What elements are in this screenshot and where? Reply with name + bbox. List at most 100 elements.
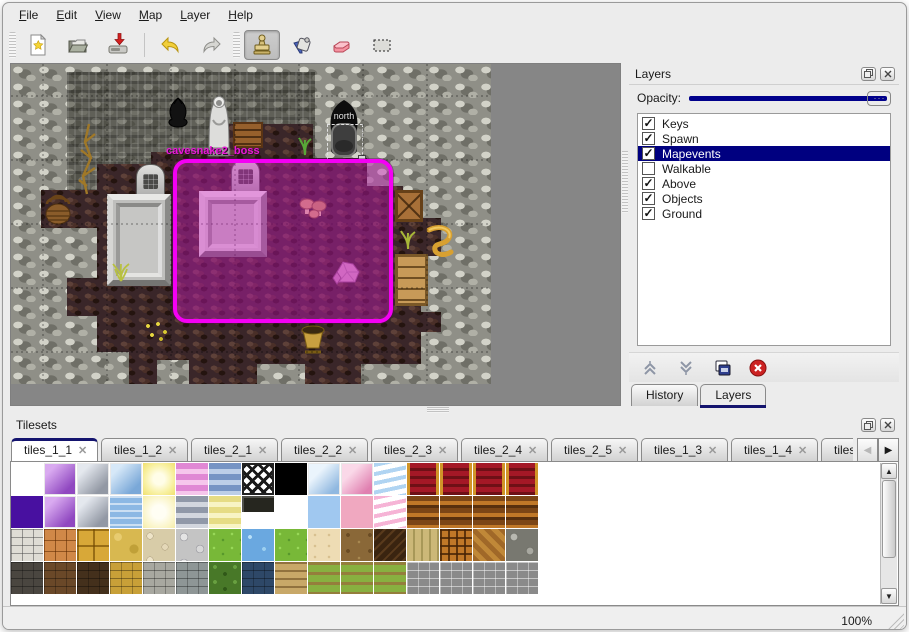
- menu-view[interactable]: View: [87, 5, 129, 25]
- palette-tile-stripes-blue[interactable]: [209, 463, 241, 495]
- tab-layers[interactable]: Layers: [700, 384, 766, 406]
- palette-tile-grass-path[interactable]: [308, 562, 340, 594]
- palette-tile-carpet-red[interactable]: [506, 463, 538, 495]
- palette-tile-glow-pale[interactable]: [143, 496, 175, 528]
- palette-tile-path-sand[interactable]: [275, 562, 307, 594]
- palette-tile-dirt[interactable]: [341, 529, 373, 561]
- palette-tile-carpet-red[interactable]: [407, 463, 439, 495]
- palette-tile-wall-graybrick[interactable]: [176, 562, 208, 594]
- palette-scrollbar[interactable]: ▲ ▼: [880, 463, 897, 604]
- palette-tile-wall-dark[interactable]: [11, 562, 43, 594]
- palette-tile-wood-stripes[interactable]: [440, 496, 472, 528]
- palette-tile-stone-blocks[interactable]: [11, 529, 43, 561]
- dock-splitter-grip[interactable]: [622, 151, 628, 213]
- delete-layer-button[interactable]: [747, 357, 769, 379]
- palette-tile-sand[interactable]: [308, 529, 340, 561]
- palette-tile-wood-dark[interactable]: [374, 529, 406, 561]
- palette-tile-cobbles-beige[interactable]: [143, 529, 175, 561]
- layer-checkbox[interactable]: ✓: [642, 177, 655, 190]
- palette-tile-grass-path[interactable]: [374, 562, 406, 594]
- layer-checkbox[interactable]: ✓: [642, 117, 655, 130]
- tileset-tab-tiles_2_1[interactable]: tiles_2_1✕: [191, 438, 278, 461]
- tileset-tab-tiles_1_[interactable]: tiles_1_✕: [821, 438, 853, 461]
- horizontal-splitter[interactable]: [3, 406, 906, 414]
- layer-row-above[interactable]: ✓Above: [638, 176, 890, 191]
- palette-tile-crystal-pink[interactable]: [341, 463, 373, 495]
- palette-tile-empty[interactable]: [11, 463, 43, 495]
- toolbar-grip-2[interactable]: [233, 32, 240, 58]
- palette-tile-crystal-gray[interactable]: [77, 496, 109, 528]
- menu-file[interactable]: File: [11, 5, 46, 25]
- tab-history[interactable]: History: [631, 384, 698, 406]
- palette-tile-brick-gray[interactable]: [473, 562, 505, 594]
- menu-help[interactable]: Help: [220, 5, 261, 25]
- tab-close-icon[interactable]: ✕: [78, 444, 87, 457]
- palette-tile-basket-weave[interactable]: [440, 529, 472, 561]
- layer-checkbox[interactable]: [642, 162, 655, 175]
- tileset-tab-tiles_1_2[interactable]: tiles_1_2✕: [101, 438, 188, 461]
- palette-tile-waves-blue[interactable]: [374, 463, 406, 495]
- new-file-button[interactable]: [20, 30, 56, 60]
- close-panel-button[interactable]: [880, 67, 895, 81]
- palette-tile-hedge[interactable]: [209, 562, 241, 594]
- palette-tile-wood-stripes[interactable]: [506, 496, 538, 528]
- palette-tile-wall-darkbrown[interactable]: [77, 562, 109, 594]
- redo-button[interactable]: [193, 30, 229, 60]
- palette-tile-purple-solid[interactable]: [11, 496, 43, 528]
- event-selection-rect[interactable]: [173, 159, 393, 323]
- palette-tile-pink-solid[interactable]: [341, 496, 373, 528]
- layer-row-ground[interactable]: ✓Ground: [638, 206, 890, 221]
- tabs-scroll-left-button[interactable]: ◀: [857, 438, 878, 463]
- layer-checkbox[interactable]: ✓: [642, 132, 655, 145]
- palette-tile-sign-dark[interactable]: [242, 496, 274, 528]
- tileset-tab-tiles_1_1[interactable]: tiles_1_1✕: [11, 438, 98, 461]
- tileset-tab-tiles_1_4[interactable]: tiles_1_4✕: [731, 438, 818, 461]
- palette-tile-stripes-gray[interactable]: [176, 496, 208, 528]
- palette-tile-crystal-purple[interactable]: [44, 496, 76, 528]
- palette-tile-stone-path[interactable]: [110, 529, 142, 561]
- layer-checkbox[interactable]: ✓: [642, 147, 655, 160]
- tileset-tab-tiles_2_5[interactable]: tiles_2_5✕: [551, 438, 638, 461]
- float-tilesets-button[interactable]: [861, 418, 876, 432]
- scroll-down-button[interactable]: ▼: [881, 588, 897, 604]
- close-tilesets-button[interactable]: [880, 418, 895, 432]
- palette-tile-grass[interactable]: [275, 529, 307, 561]
- menu-map[interactable]: Map: [131, 5, 170, 25]
- tab-close-icon[interactable]: ✕: [708, 444, 717, 457]
- palette-tile-lattice[interactable]: [242, 463, 274, 495]
- scroll-up-button[interactable]: ▲: [881, 463, 897, 479]
- save-file-button[interactable]: [100, 30, 136, 60]
- menu-layer[interactable]: Layer: [172, 5, 218, 25]
- duplicate-layer-button[interactable]: [711, 357, 733, 379]
- stamp-tool-button[interactable]: [244, 30, 280, 60]
- palette-tile-planks-light[interactable]: [407, 529, 439, 561]
- tileset-palette[interactable]: ▲ ▼: [10, 461, 899, 606]
- layer-row-walkable[interactable]: Walkable: [638, 161, 890, 176]
- palette-tile-empty[interactable]: [275, 496, 307, 528]
- fill-tool-button[interactable]: [284, 30, 320, 60]
- tab-close-icon[interactable]: ✕: [258, 444, 267, 457]
- tab-close-icon[interactable]: ✕: [438, 444, 447, 457]
- palette-tile-carpet-red[interactable]: [440, 463, 472, 495]
- tileset-tab-tiles_2_4[interactable]: tiles_2_4✕: [461, 438, 548, 461]
- palette-tile-crystal-blue[interactable]: [110, 463, 142, 495]
- palette-tile-brick-gray[interactable]: [407, 562, 439, 594]
- layer-row-objects[interactable]: ✓Objects: [638, 191, 890, 206]
- horizontal-splitter-grip[interactable]: [427, 407, 449, 413]
- layer-checkbox[interactable]: ✓: [642, 207, 655, 220]
- tab-close-icon[interactable]: ✕: [618, 444, 627, 457]
- palette-tile-glow-yellow[interactable]: [143, 463, 175, 495]
- rect-select-tool-button[interactable]: [364, 30, 400, 60]
- map-canvas[interactable]: north: [11, 64, 491, 384]
- palette-tile-stripes-yellow[interactable]: [209, 496, 241, 528]
- toolbar-grip[interactable]: [9, 32, 16, 58]
- map-viewport[interactable]: north: [10, 63, 621, 406]
- palette-tile-grass[interactable]: [209, 529, 241, 561]
- palette-tile-wall-stone[interactable]: [143, 562, 175, 594]
- palette-tile-wall-brown[interactable]: [44, 562, 76, 594]
- tab-close-icon[interactable]: ✕: [348, 444, 357, 457]
- palette-tile-crystal-blue2[interactable]: [308, 463, 340, 495]
- opacity-slider-handle[interactable]: [867, 91, 891, 106]
- layer-row-spawn[interactable]: ✓Spawn: [638, 131, 890, 146]
- tileset-tab-tiles_2_3[interactable]: tiles_2_3✕: [371, 438, 458, 461]
